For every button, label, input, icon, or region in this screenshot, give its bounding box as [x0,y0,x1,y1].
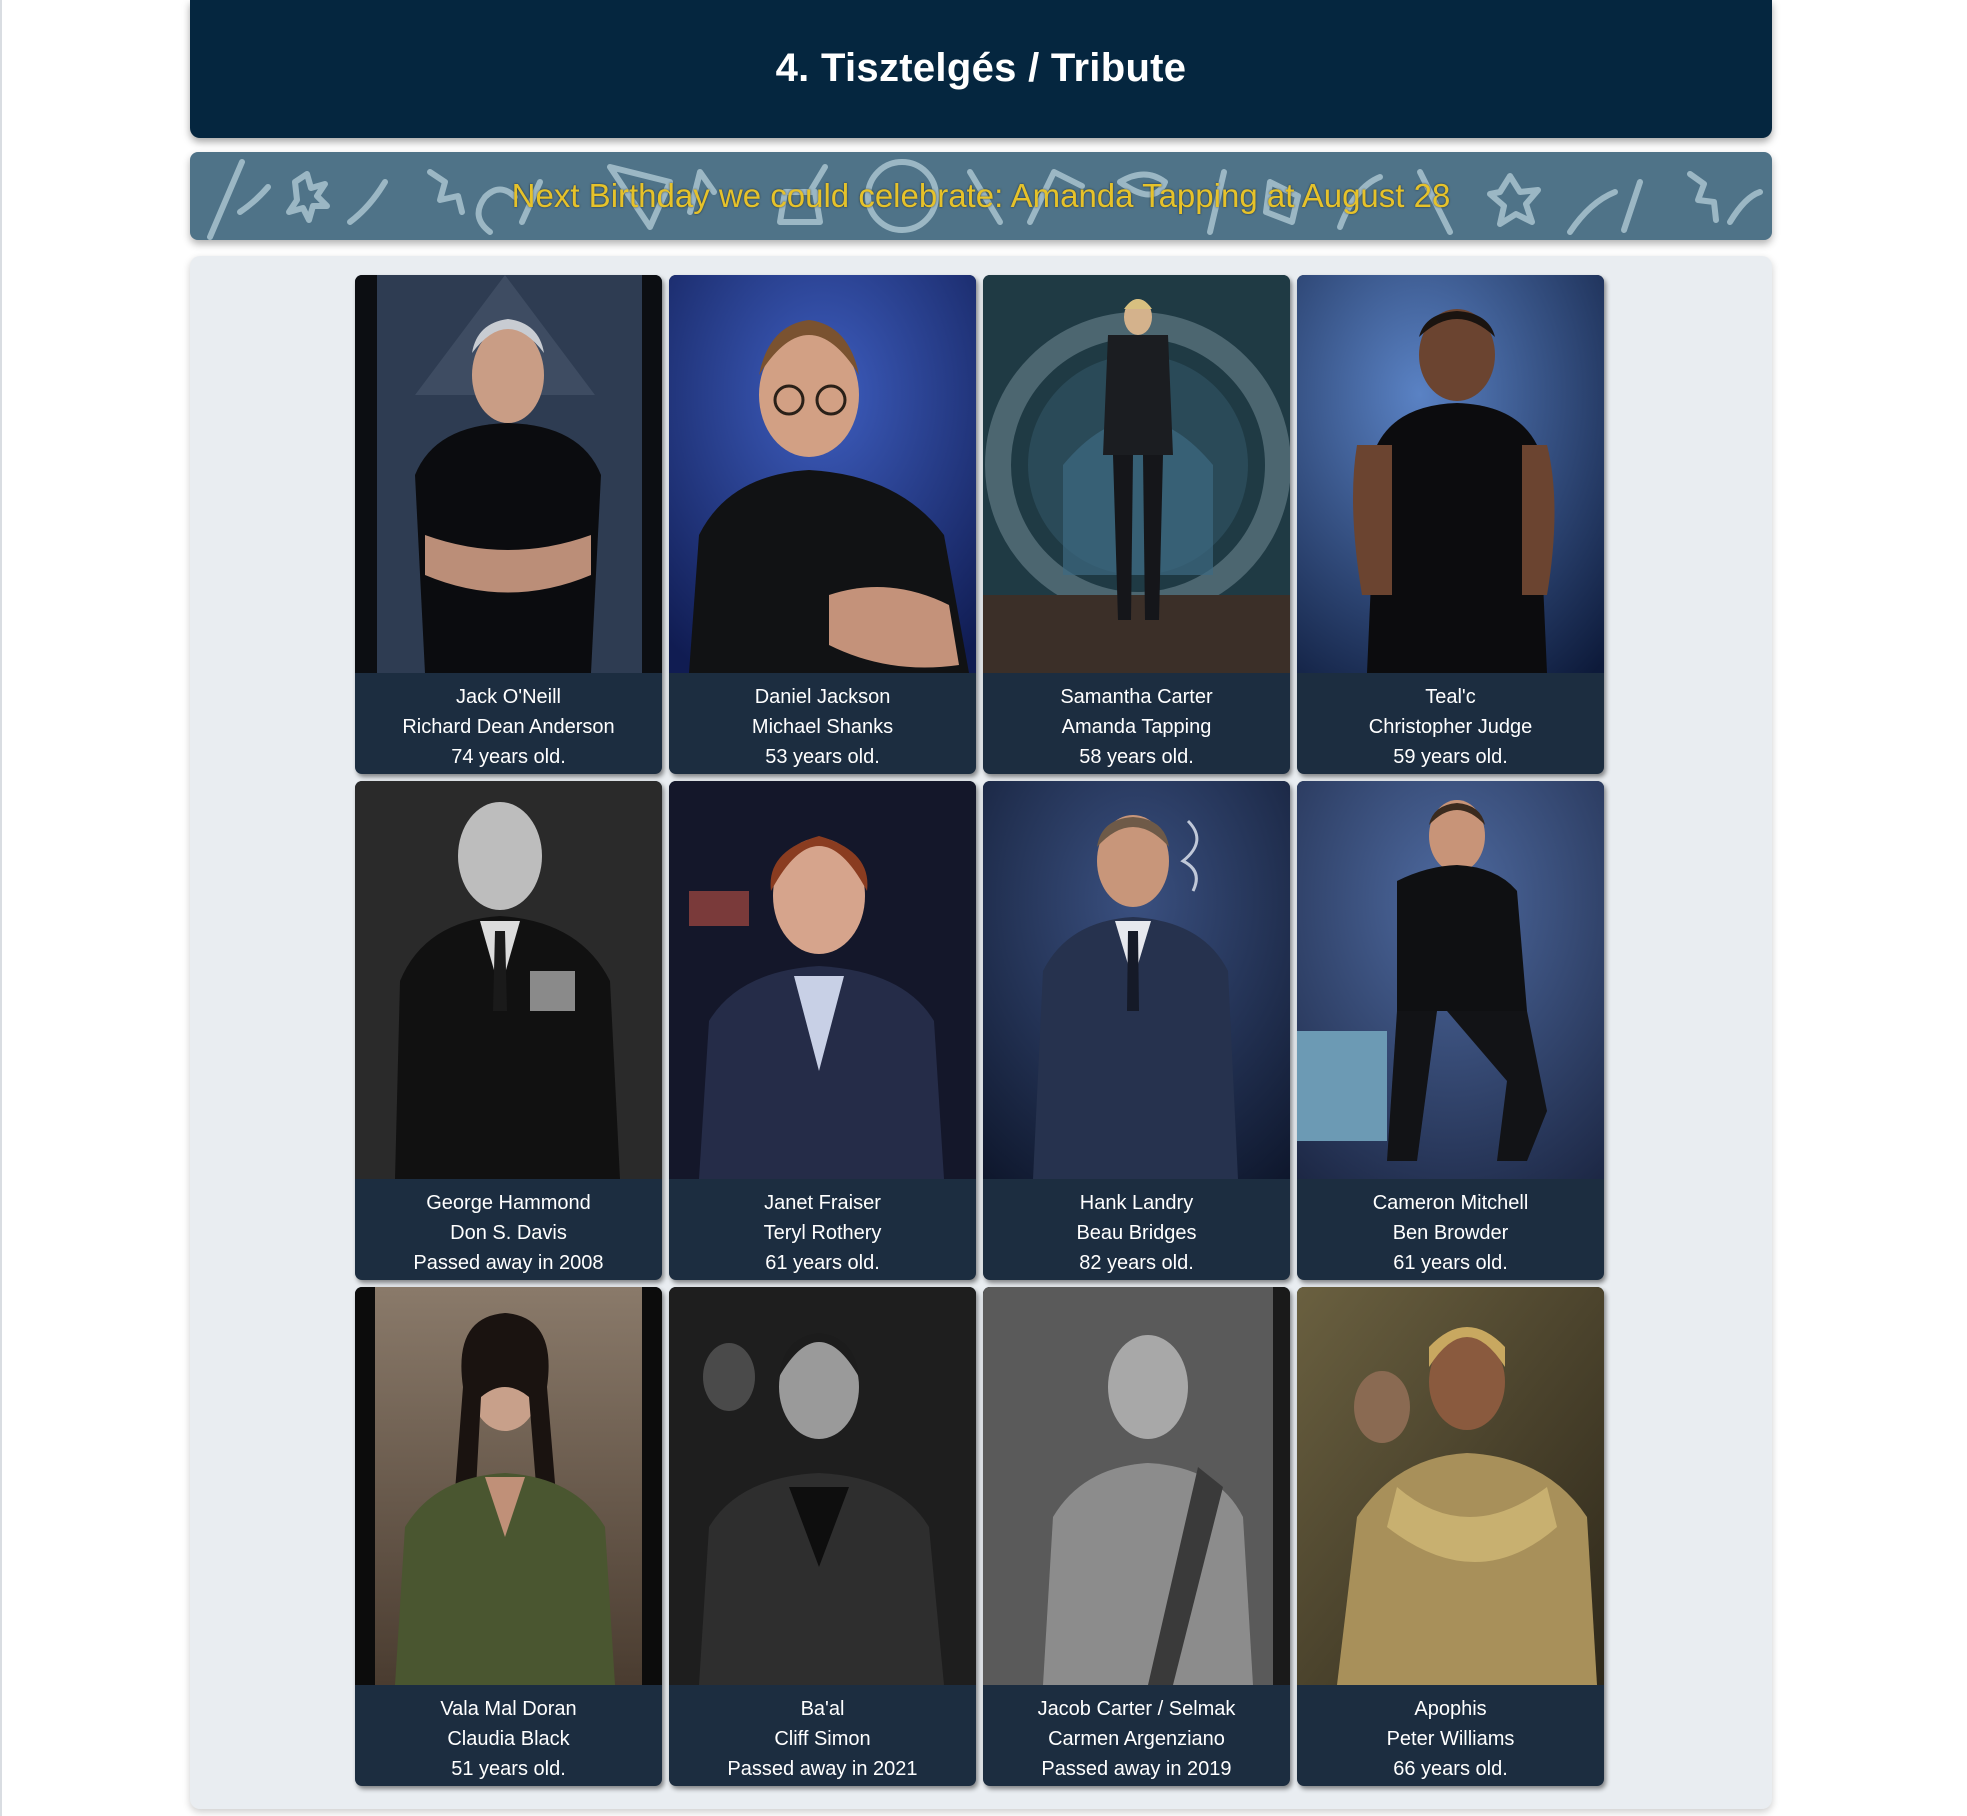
cast-photo [983,275,1290,673]
cast-photo [983,781,1290,1179]
cast-card[interactable]: Cameron Mitchell Ben Browder 61 years ol… [1297,781,1604,1280]
character-name: Samantha Carter [1060,686,1213,708]
character-name: George Hammond [426,1192,591,1214]
age-status: 58 years old. [1079,746,1194,768]
cast-caption: Hank Landry Beau Bridges 82 years old. [983,1179,1290,1280]
character-name: Jack O'Neill [456,686,561,708]
character-name: Hank Landry [1079,1192,1194,1214]
page-edge [0,0,2,1816]
character-name: Daniel Jackson [754,686,891,708]
age-status: 51 years old. [451,1758,566,1780]
tribute-gallery: Jack O'Neill Richard Dean Anderson 74 ye… [190,256,1772,1809]
actor-name: Carmen Argenziano [1048,1728,1225,1750]
cast-card[interactable]: Teal'c Christopher Judge 59 years old. [1297,275,1604,774]
actor-name: Don S. Davis [450,1222,567,1244]
character-name: Vala Mal Doran [440,1698,577,1720]
age-status: Passed away in 2008 [413,1252,604,1274]
cast-caption: Ba'al Cliff Simon Passed away in 2021 [669,1685,976,1786]
birthday-banner: Next Birthday we could celebrate: Amanda… [190,152,1772,240]
cast-photo [1297,781,1604,1179]
actor-name: Teryl Rothery [763,1222,882,1244]
cast-card[interactable]: Hank Landry Beau Bridges 82 years old. [983,781,1290,1280]
cast-caption: Jack O'Neill Richard Dean Anderson 74 ye… [355,673,662,774]
character-name: Teal'c [1425,686,1476,708]
cast-photo [669,781,976,1179]
cast-caption: Samantha Carter Amanda Tapping 58 years … [983,673,1290,774]
cast-card[interactable]: Daniel Jackson Michael Shanks 53 years o… [669,275,976,774]
cast-photo [983,1287,1290,1685]
actor-name: Beau Bridges [1076,1222,1197,1244]
age-status: 61 years old. [765,1252,880,1274]
character-name: Cameron Mitchell [1372,1192,1529,1214]
next-birthday-text: Next Birthday we could celebrate: Amanda… [511,177,1451,214]
actor-name: Cliff Simon [774,1728,871,1750]
cast-caption: Cameron Mitchell Ben Browder 61 years ol… [1297,1179,1604,1280]
age-status: 61 years old. [1393,1252,1508,1274]
cast-card[interactable]: Ba'al Cliff Simon Passed away in 2021 [669,1287,976,1786]
cast-photo [355,1287,662,1685]
age-status: 66 years old. [1393,1758,1508,1780]
cast-caption: Teal'c Christopher Judge 59 years old. [1297,673,1604,774]
page-title: 4. Tisztelgés / Tribute [775,45,1187,90]
age-status: Passed away in 2019 [1041,1758,1232,1780]
character-name: Apophis [1414,1698,1487,1720]
age-status: 59 years old. [1393,746,1508,768]
cast-photo [355,275,662,673]
actor-name: Richard Dean Anderson [402,716,615,738]
cast-photo [1297,275,1604,673]
actor-name: Peter Williams [1386,1728,1515,1750]
age-status: Passed away in 2021 [727,1758,918,1780]
cast-caption: Apophis Peter Williams 66 years old. [1297,1685,1604,1786]
cast-grid: Jack O'Neill Richard Dean Anderson 74 ye… [355,275,1605,1786]
cast-photo [669,275,976,673]
age-status: 74 years old. [451,746,566,768]
actor-name: Michael Shanks [751,716,894,738]
cast-card[interactable]: Janet Fraiser Teryl Rothery 61 years old… [669,781,976,1280]
actor-name: Amanda Tapping [1061,716,1212,738]
cast-photo [355,781,662,1179]
actor-name: Ben Browder [1392,1222,1509,1244]
actor-name: Christopher Judge [1368,716,1533,738]
cast-caption: Janet Fraiser Teryl Rothery 61 years old… [669,1179,976,1280]
character-name: Ba'al [800,1698,845,1720]
cast-card[interactable]: George Hammond Don S. Davis Passed away … [355,781,662,1280]
cast-card[interactable]: Apophis Peter Williams 66 years old. [1297,1287,1604,1786]
cast-photo [669,1287,976,1685]
cast-photo [1297,1287,1604,1685]
actor-name: Claudia Black [447,1728,570,1750]
cast-card[interactable]: Jack O'Neill Richard Dean Anderson 74 ye… [355,275,662,774]
cast-card[interactable]: Vala Mal Doran Claudia Black 51 years ol… [355,1287,662,1786]
cast-caption: Vala Mal Doran Claudia Black 51 years ol… [355,1685,662,1786]
character-name: Jacob Carter / Selmak [1037,1698,1236,1720]
cast-caption: Jacob Carter / Selmak Carmen Argenziano … [983,1685,1290,1786]
character-name: Janet Fraiser [764,1192,881,1214]
cast-card[interactable]: Jacob Carter / Selmak Carmen Argenziano … [983,1287,1290,1786]
age-status: 82 years old. [1079,1252,1194,1274]
cast-caption: Daniel Jackson Michael Shanks 53 years o… [669,673,976,774]
cast-caption: George Hammond Don S. Davis Passed away … [355,1179,662,1280]
section-title-bar: 4. Tisztelgés / Tribute [190,0,1772,138]
cast-card[interactable]: Samantha Carter Amanda Tapping 58 years … [983,275,1290,774]
age-status: 53 years old. [765,746,880,768]
